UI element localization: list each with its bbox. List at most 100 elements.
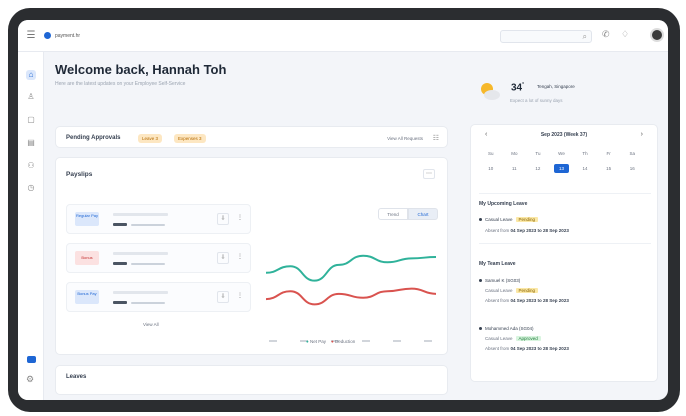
page-title: Welcome back, Hannah Toh [55,62,227,77]
weekday-label: Su [488,151,494,156]
leaves-title: Leaves [66,374,87,380]
calendar-grid: Su Mo Tu We Th Fr Sa 10 11 12 13 14 15 1… [479,149,644,173]
app-screen: ☰ payment.hr ⌕ ✆ ♢ ⌂ ♙ ▢ ▤ ⚇ ◷ ⚙ Welcome… [18,20,668,400]
chart-toggle[interactable]: Chart [408,208,438,220]
pending-approvals-title: Pending Approvals [66,135,121,141]
team-leave-dates: Absent from 04 Sep 2023 to 28 Sep 2023 [485,298,569,303]
download-icon[interactable]: ⇩ [217,252,229,264]
status-badge: Approved [515,336,541,341]
view-all-requests-link[interactable]: View All Requests [387,136,423,141]
weather-icon [481,83,500,100]
view-all-payslips-link[interactable]: View All [143,322,159,327]
menu-icon[interactable]: ☰ [18,30,44,41]
avatar[interactable] [650,28,664,42]
team-leave-type: Casual Leave Pending [485,288,539,293]
calendar-date[interactable]: 15 [597,164,621,173]
status-badge: Pending [515,217,539,222]
calendar-date[interactable]: 10 [479,164,503,173]
payslip-row[interactable]: Bonus ⇩ ⋮ [66,243,251,273]
leave-pill[interactable]: Leave 3 [138,134,163,143]
calendar-next-icon[interactable]: › [641,131,643,138]
upcoming-leave-dates: Absent from 04 Sep 2023 to 28 Sep 2023 [485,228,569,233]
home-icon[interactable]: ⌂ [26,70,36,80]
status-badge: Pending [515,288,539,293]
weather-description: Expect a lot of sunny days [510,98,563,103]
calendar-date-today[interactable]: 13 [553,164,570,173]
payslip-row[interactable]: Regular Pay ⇩ ⋮ [66,204,251,234]
bell-icon[interactable]: ♢ [621,29,629,40]
weekday-label: Tu [535,151,541,156]
calendar-date[interactable]: 12 [526,164,550,173]
payslip-badge: Bonus Pay [75,290,99,304]
payslip-amount [113,223,127,226]
weekday-label: We [558,151,565,156]
weekday-label: Fr [606,151,611,156]
calendar-date[interactable]: 11 [503,164,527,173]
upcoming-leave-item[interactable]: Casual Leave Pending [479,217,539,222]
app-logo[interactable]: payment.hr [44,32,80,39]
team-leave-type: Casual Leave Approved [485,336,541,341]
payslip-detail [131,224,165,226]
x-tick [393,340,401,342]
temperature: 34° [511,82,525,94]
calendar-icon[interactable]: ▤ [26,138,36,148]
payslip-detail [131,302,165,304]
right-panel: ‹ Sep 2023 (Week 37) › Su Mo Tu We Th Fr… [470,124,658,382]
team-member-name[interactable]: Mohammed Ada (SG04) [479,326,534,331]
series-line-2 [265,287,437,306]
payslip-period [113,291,168,294]
payslip-amount [113,301,127,304]
logo-icon [44,32,51,39]
weekday-label: Th [582,151,588,156]
weekday-label: Mo [511,151,518,156]
payslip-badge: Regular Pay [75,212,99,226]
team-leave-title: My Team Leave [479,261,516,267]
payslip-period [113,252,168,255]
payslip-detail [131,263,165,265]
user-icon[interactable]: ♙ [26,92,36,102]
team-icon[interactable]: ⚇ [26,161,36,171]
x-tick [269,340,277,342]
payslip-chart [265,254,437,342]
download-icon[interactable]: ⇩ [217,213,229,225]
more-icon[interactable]: ⋮ [237,214,243,221]
logo-text: payment.hr [55,32,81,39]
search-icon[interactable]: ⌕ [583,32,587,42]
calendar-date[interactable]: 16 [620,164,644,173]
payslip-row[interactable]: Bonus Pay ⇩ ⋮ [66,282,251,312]
payslip-menu-icon[interactable]: ⋯ [423,169,435,179]
sidebar: ⌂ ♙ ▢ ▤ ⚇ ◷ [18,52,44,400]
team-member-name[interactable]: Samuel K (SG03) [479,278,520,283]
phone-icon[interactable]: ✆ [602,29,610,40]
page-subtitle: Here are the latest updates on your Empl… [55,81,186,87]
document-icon[interactable]: ▢ [26,115,36,125]
x-tick [362,340,370,342]
pending-approvals-card: Pending Approvals Leave 3 Expenses 3 Vie… [55,126,448,148]
payslip-badge: Bonus [75,251,99,265]
payslip-period [113,213,168,216]
legend-net-pay: ● Net Pay [306,339,326,344]
payslip-amount [113,262,127,265]
legend-deduction: ● Deduction [331,339,356,344]
download-icon[interactable]: ⇩ [217,291,229,303]
expenses-pill[interactable]: Expenses 3 [174,134,206,143]
divider [479,243,651,244]
trend-toggle[interactable]: Trend [378,208,408,220]
team-leave-dates: Absent from 04 Sep 2023 to 28 Sep 2023 [485,346,569,351]
more-icon[interactable]: ⋮ [237,253,243,260]
weekday-label: Sa [629,151,635,156]
filter-icon[interactable]: ☷ [433,134,439,142]
series-line-1 [265,254,437,282]
gear-icon[interactable]: ⚙ [26,374,34,385]
clock-icon[interactable]: ◷ [26,183,36,193]
payslips-title: Payslips [66,171,93,178]
search-input[interactable]: ⌕ [500,30,592,43]
calendar-date[interactable]: 14 [573,164,597,173]
payslips-card: Payslips ⋯ Regular Pay ⇩ ⋮ Bonus ⇩ ⋮ Bon… [55,157,448,355]
more-icon[interactable]: ⋮ [237,292,243,299]
x-tick [424,340,432,342]
chart-legend: ● Net Pay ● Deduction [306,339,355,344]
chat-icon[interactable] [27,356,36,363]
divider [479,193,651,194]
leaves-card [55,365,448,395]
